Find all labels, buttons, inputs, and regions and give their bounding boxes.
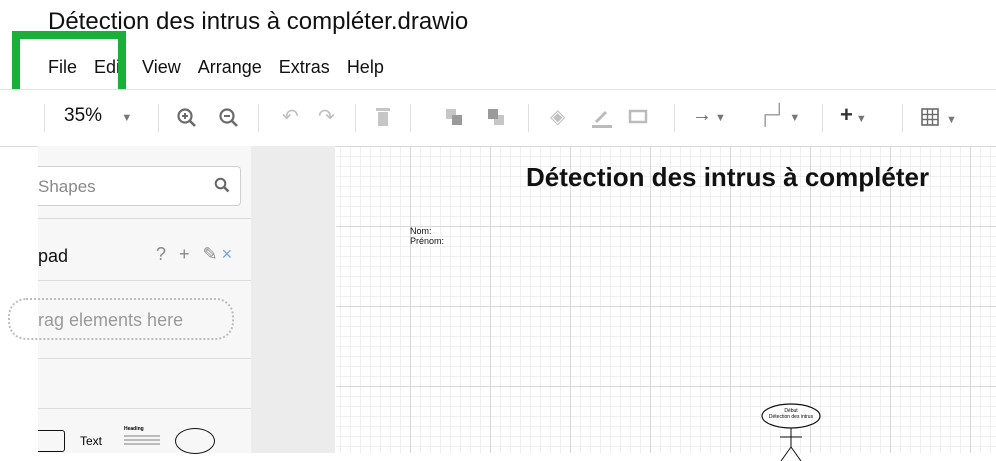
scratchpad-action-icons[interactable]: ? + ✎ (156, 244, 222, 264)
toolbar-separator (158, 104, 159, 132)
delete-icon[interactable] (374, 106, 392, 128)
text-shape[interactable]: Text (80, 434, 102, 448)
line-color-icon[interactable] (590, 106, 614, 130)
toolbar-separator (355, 104, 356, 132)
connection-arrow-icon[interactable]: → ▼ (692, 104, 726, 127)
zoom-dropdown[interactable]: 35% ▼ (64, 105, 132, 127)
to-back-icon[interactable] (486, 107, 506, 127)
title-bar: Détection des intrus à compléter.drawio (0, 0, 996, 48)
start-node-label: Début Détection des intrus (757, 408, 825, 420)
divider (38, 408, 251, 409)
menu-file[interactable]: File (48, 57, 77, 78)
heading-shape[interactable]: Heading (124, 426, 164, 456)
heading-shape-label: Heading (124, 426, 144, 432)
menu-bar: File Edit View Arrange Extras Help (0, 48, 996, 88)
menu-help[interactable]: Help (347, 57, 384, 78)
redo-icon[interactable]: ↷ (318, 104, 335, 129)
toolbar-separator (44, 104, 45, 132)
prenom-label: Prénom: (410, 236, 445, 246)
zoom-out-icon[interactable] (218, 107, 240, 129)
toolbar-separator (674, 104, 675, 132)
toolbar-separator (528, 104, 529, 132)
insert-plus-icon[interactable]: + ▼ (840, 102, 867, 128)
start-node-line2: Détection des intrus (768, 414, 814, 420)
to-front-icon[interactable] (444, 107, 464, 127)
toolbar-separator (822, 104, 823, 132)
scratchpad-actions[interactable]: ? + ✎× (156, 244, 236, 265)
ellipse-shape[interactable] (175, 428, 215, 454)
nom-label: Nom: (410, 226, 432, 236)
shadow-icon[interactable] (628, 108, 648, 126)
menu-extras[interactable]: Extras (279, 57, 330, 78)
text-line (124, 435, 160, 437)
toolbar: 35% ▼ ↶ ↷ ◈ → ▼ ┌┘ ▼ + ▼ ▼ (0, 89, 996, 147)
fill-color-icon[interactable]: ◈ (550, 104, 565, 129)
diagram-title[interactable]: Détection des intrus à compléter (526, 162, 929, 193)
zoom-value: 35% (64, 105, 103, 126)
divider (38, 280, 251, 281)
rectangle-shape[interactable] (38, 430, 65, 452)
text-line (124, 443, 160, 445)
chevron-down-icon: ▼ (121, 112, 133, 124)
text-line (124, 439, 160, 441)
menu-list: File Edit View Arrange Extras Help (48, 57, 401, 78)
document-title[interactable]: Détection des intrus à compléter.drawio (48, 8, 468, 36)
chevron-down-icon: ▼ (946, 114, 957, 126)
toolbar-separator (258, 104, 259, 132)
shapes-sidebar: Shapes pad ? + ✎× rag elements here Text… (8, 146, 252, 456)
drop-hint: rag elements here (38, 310, 184, 330)
table-icon[interactable] (920, 107, 940, 127)
name-fields[interactable]: Nom: Prénom: (410, 226, 444, 246)
shape-search-field[interactable]: Shapes (38, 166, 241, 206)
search-input[interactable]: Shapes (38, 177, 96, 197)
diagram-canvas[interactable]: Détection des intrus à compléter Nom: Pr… (336, 146, 996, 461)
menu-view[interactable]: View (142, 57, 181, 78)
waypoint-icon[interactable]: ┌┘ ▼ (758, 104, 800, 127)
search-icon[interactable] (214, 177, 230, 193)
menu-arrange[interactable]: Arrange (198, 57, 262, 78)
divider (38, 218, 251, 219)
close-icon[interactable]: × (222, 244, 237, 264)
zoom-in-icon[interactable] (176, 107, 198, 129)
menu-edit[interactable]: Edit (94, 57, 125, 78)
undo-icon[interactable]: ↶ (282, 104, 299, 129)
divider (38, 358, 251, 359)
toolbar-separator (902, 104, 903, 132)
scratchpad-title[interactable]: pad (38, 246, 68, 267)
canvas-margin (251, 146, 335, 453)
toolbar-separator (410, 104, 411, 132)
